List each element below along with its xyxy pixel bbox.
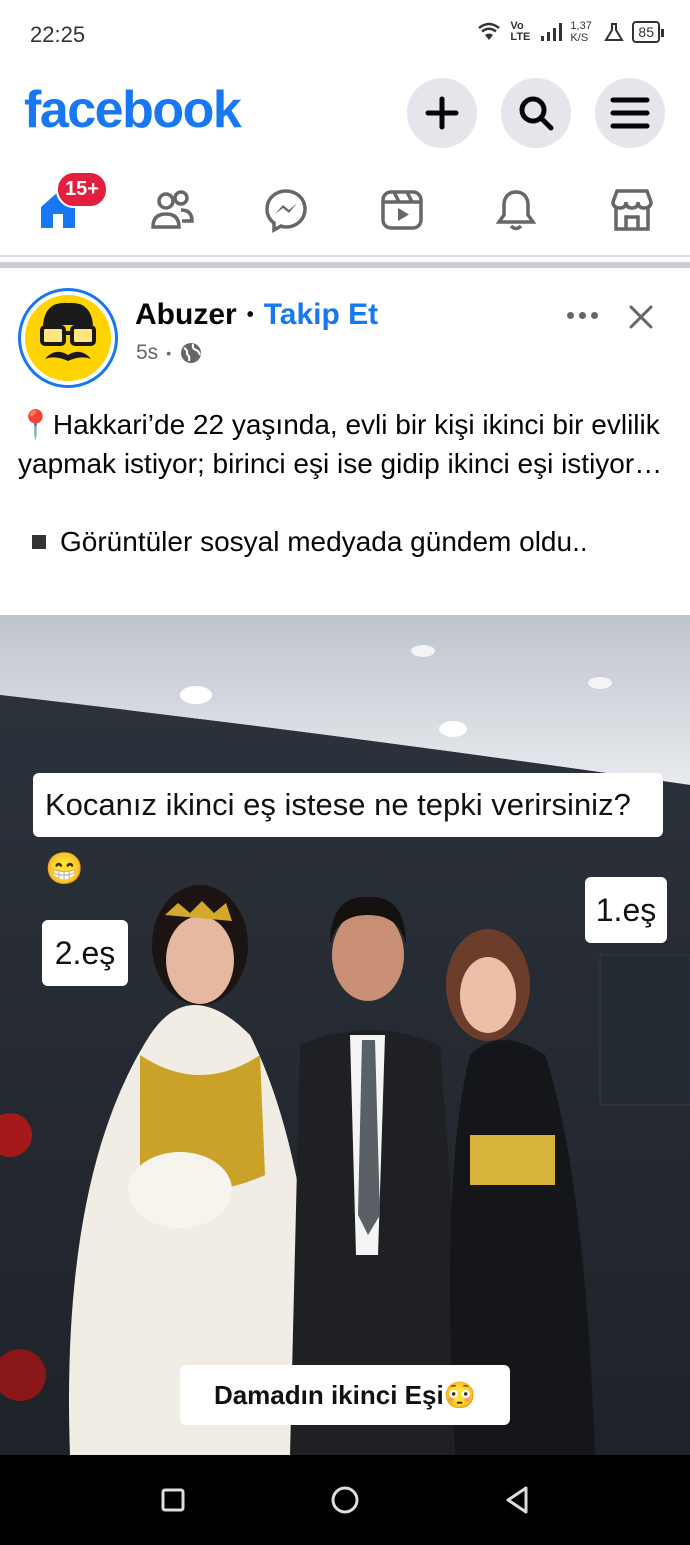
tab-notifications[interactable] [486,180,546,240]
tab-messenger[interactable] [256,180,316,240]
friends-icon [151,190,194,229]
video-scene [0,615,690,1455]
post-text-paragraph: 📍Hakkari’de 22 yaşında, evli bir kişi ik… [18,409,663,479]
bell-icon [495,190,537,231]
meta-separator: • [166,345,172,361]
globe-icon [181,343,202,363]
app-header: facebook [0,70,690,155]
search-icon [519,96,554,131]
tab-video[interactable] [372,180,432,240]
dot-icon [566,311,574,319]
post-meta: 5s • [136,341,203,365]
status-bar: 22:25 Vo LTE 1,37 K/S 85 [0,0,690,70]
speed-label: 1,37 K/S [570,20,592,44]
dot-icon [578,311,586,319]
video-caption-second-wife: 2.eş [42,920,128,986]
menu-button[interactable] [595,78,665,148]
create-button[interactable] [407,78,477,148]
back-icon[interactable] [500,1483,534,1517]
lab-icon [604,23,625,41]
follow-button[interactable]: Takip Et [264,298,378,332]
name-separator: • [246,303,254,326]
tab-friends[interactable] [142,180,202,240]
facebook-logo[interactable]: facebook [24,80,242,140]
home-button-icon[interactable] [328,1483,362,1517]
notification-badge: 15+ [56,171,108,208]
more-options-button[interactable] [560,300,604,330]
post-video[interactable]: Kocanız ikinci eş istese ne tepki verirs… [0,615,690,1455]
post-author-row: Abuzer • Takip Et [135,298,378,332]
marketplace-icon [611,189,653,231]
post-text-paragraph-2: Görüntüler sosyal medyada gündem oldu.. [18,522,678,561]
network-label: Vo LTE [510,20,531,43]
messenger-icon [265,189,307,233]
status-icons: Vo LTE 1,37 K/S 85 [476,20,664,44]
video-caption-first-wife: 1.eş [585,877,667,943]
tab-marketplace[interactable] [602,180,662,240]
search-button[interactable] [501,78,571,148]
post-author-name[interactable]: Abuzer [135,298,237,332]
close-icon [629,305,653,329]
system-nav-bar [0,1455,690,1545]
dot-icon [590,311,598,319]
avatar-image [25,295,111,381]
square-bullet-icon [32,534,46,549]
recents-icon[interactable] [156,1483,190,1517]
post-header: Abuzer • Takip Et 5s • [0,268,690,388]
plus-icon [425,96,459,130]
nav-divider [0,255,690,257]
main-nav: 15+ [0,165,690,253]
wifi-icon [478,22,501,40]
post-text: 📍Hakkari’de 22 yaşında, evli bir kişi ik… [18,405,678,561]
post-time[interactable]: 5s [136,341,158,365]
video-caption-bottom: Damadın ikinci Eşi😳 [180,1365,510,1425]
avatar[interactable] [18,288,118,388]
hide-post-button[interactable] [624,300,658,334]
menu-icon [610,97,650,129]
status-time: 22:25 [30,22,86,47]
video-icon [381,190,423,230]
battery-level: 85 [632,21,664,43]
signal-icon [541,23,563,41]
video-caption-main: Kocanız ikinci eş istese ne tepki verirs… [33,773,663,886]
